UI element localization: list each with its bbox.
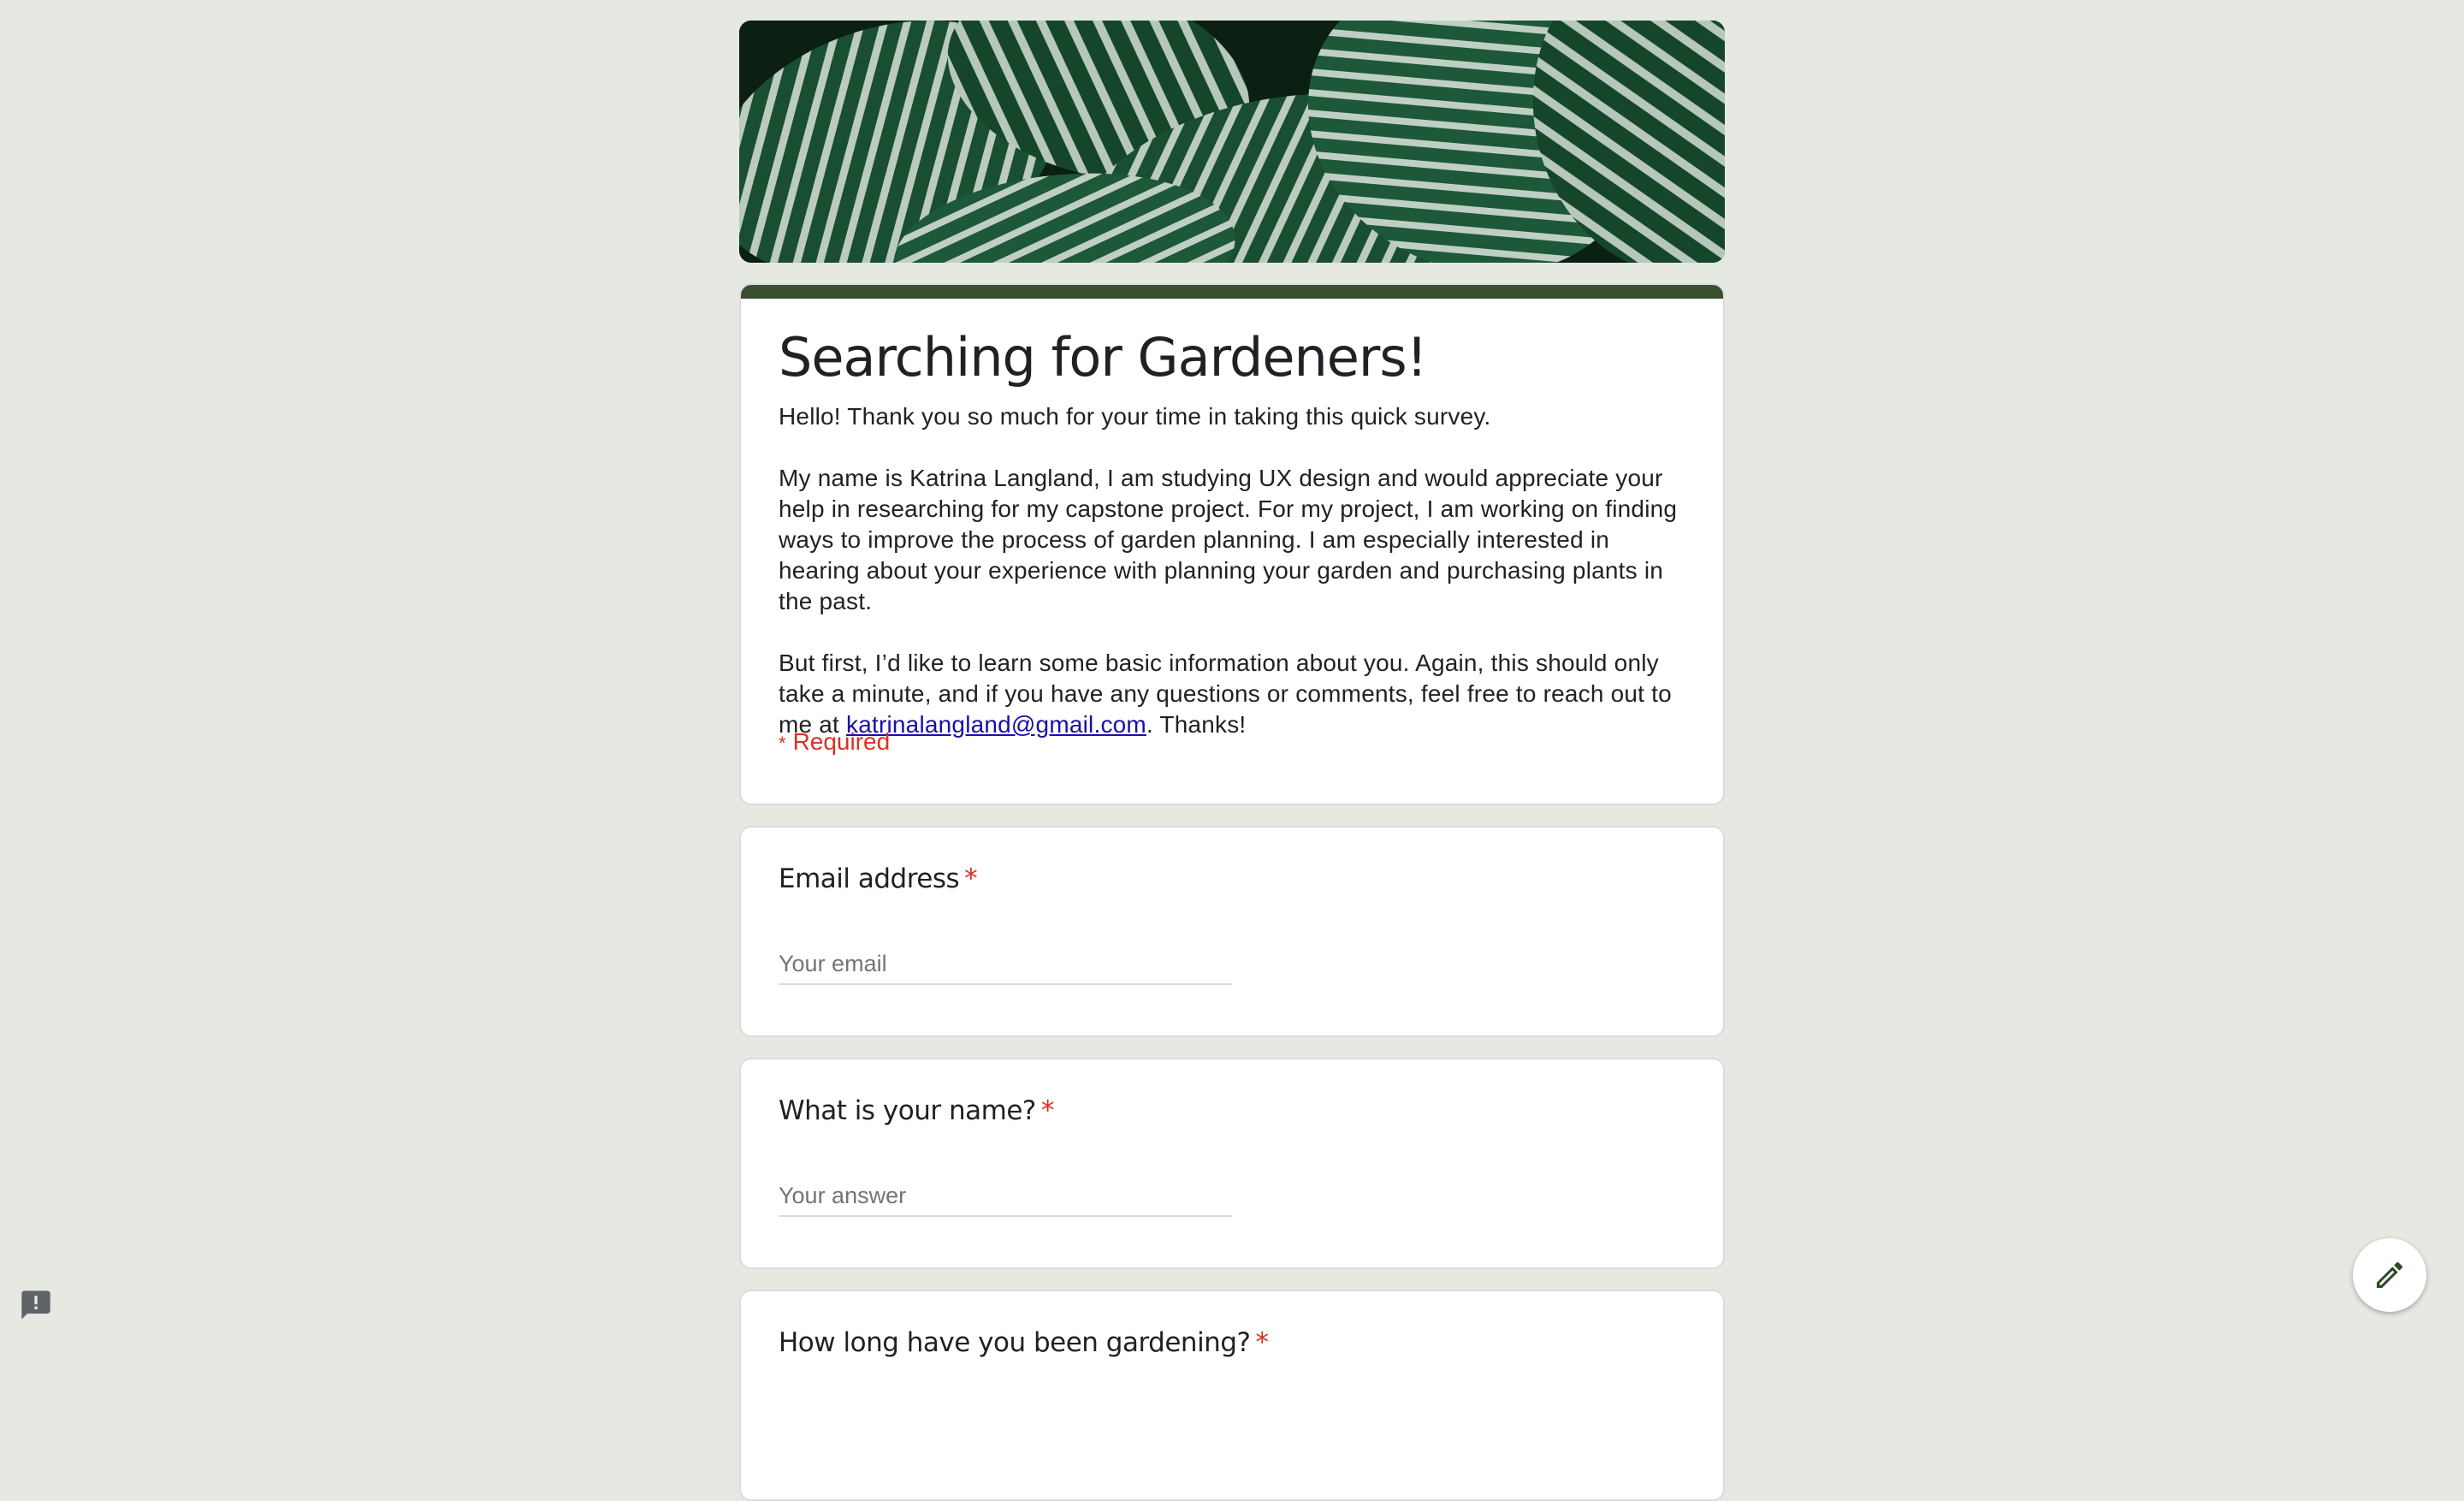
description-paragraph-3-end: . Thanks! [1146, 711, 1247, 738]
question-title: What is your name? * [779, 1095, 1054, 1126]
question-title-text: What is your name? [779, 1095, 1036, 1126]
required-star: * [964, 863, 978, 894]
question-title: How long have you been gardening? * [779, 1327, 1269, 1358]
question-title-text: How long have you been gardening? [779, 1327, 1251, 1358]
leaf-pattern-image [739, 21, 1725, 263]
report-feedback-icon [21, 1290, 50, 1320]
question-card-name: What is your name? * [739, 1058, 1725, 1269]
question-title: Email address * [779, 863, 978, 894]
question-title-text: Email address [779, 863, 960, 894]
header-accent-bar [741, 285, 1723, 299]
required-star: * [779, 733, 786, 754]
name-input[interactable] [779, 1176, 1232, 1217]
form-title: Searching for Gardeners! [779, 326, 1428, 389]
required-star: * [1040, 1095, 1055, 1126]
email-input[interactable] [779, 944, 1232, 985]
edit-fab-button[interactable] [2353, 1238, 2426, 1312]
form-container: Searching for Gardeners! Hello! Thank yo… [739, 21, 1725, 1501]
required-star: * [1255, 1327, 1269, 1358]
description-paragraph-1: Hello! Thank you so much for your time i… [779, 403, 1491, 430]
contact-email-link[interactable]: katrinalangland@gmail.com [846, 711, 1146, 738]
form-description: Hello! Thank you so much for your time i… [779, 401, 1694, 740]
description-paragraph-3: But first, I’d like to learn some basic … [779, 648, 1694, 740]
edit-pencil-icon [2377, 1261, 2403, 1288]
header-banner-image [739, 21, 1725, 263]
required-indicator: * Required [779, 728, 890, 756]
required-label: Required [792, 728, 891, 755]
report-feedback-button[interactable] [19, 1288, 53, 1322]
description-paragraph-2: My name is Katrina Langland, I am studyi… [779, 465, 1678, 614]
question-card-gardening-duration: How long have you been gardening? * [739, 1290, 1725, 1501]
form-header-card: Searching for Gardeners! Hello! Thank yo… [739, 283, 1725, 805]
question-card-email: Email address * [739, 826, 1725, 1037]
